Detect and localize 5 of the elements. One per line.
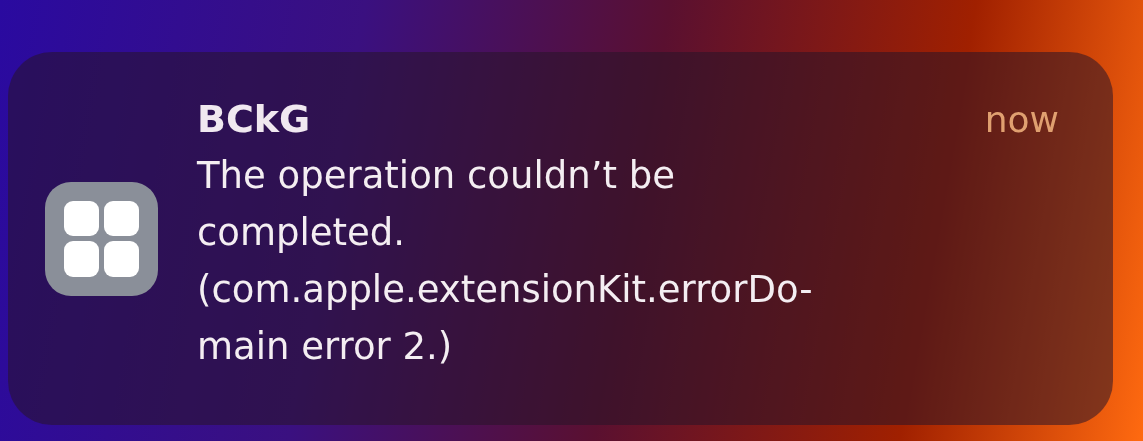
app-icon <box>45 181 158 296</box>
notification-card[interactable]: BCkG now The operation couldn’t be completed. (com.apple.extensionKit.errorDo- main error 2.) <box>8 52 1113 425</box>
notification-message: The operation couldn’t be completed. (com.apple.extensionKit.errorDo- main error 2.) <box>197 153 814 370</box>
timestamp: now <box>984 98 1059 142</box>
app-name: BCkG <box>197 96 311 143</box>
